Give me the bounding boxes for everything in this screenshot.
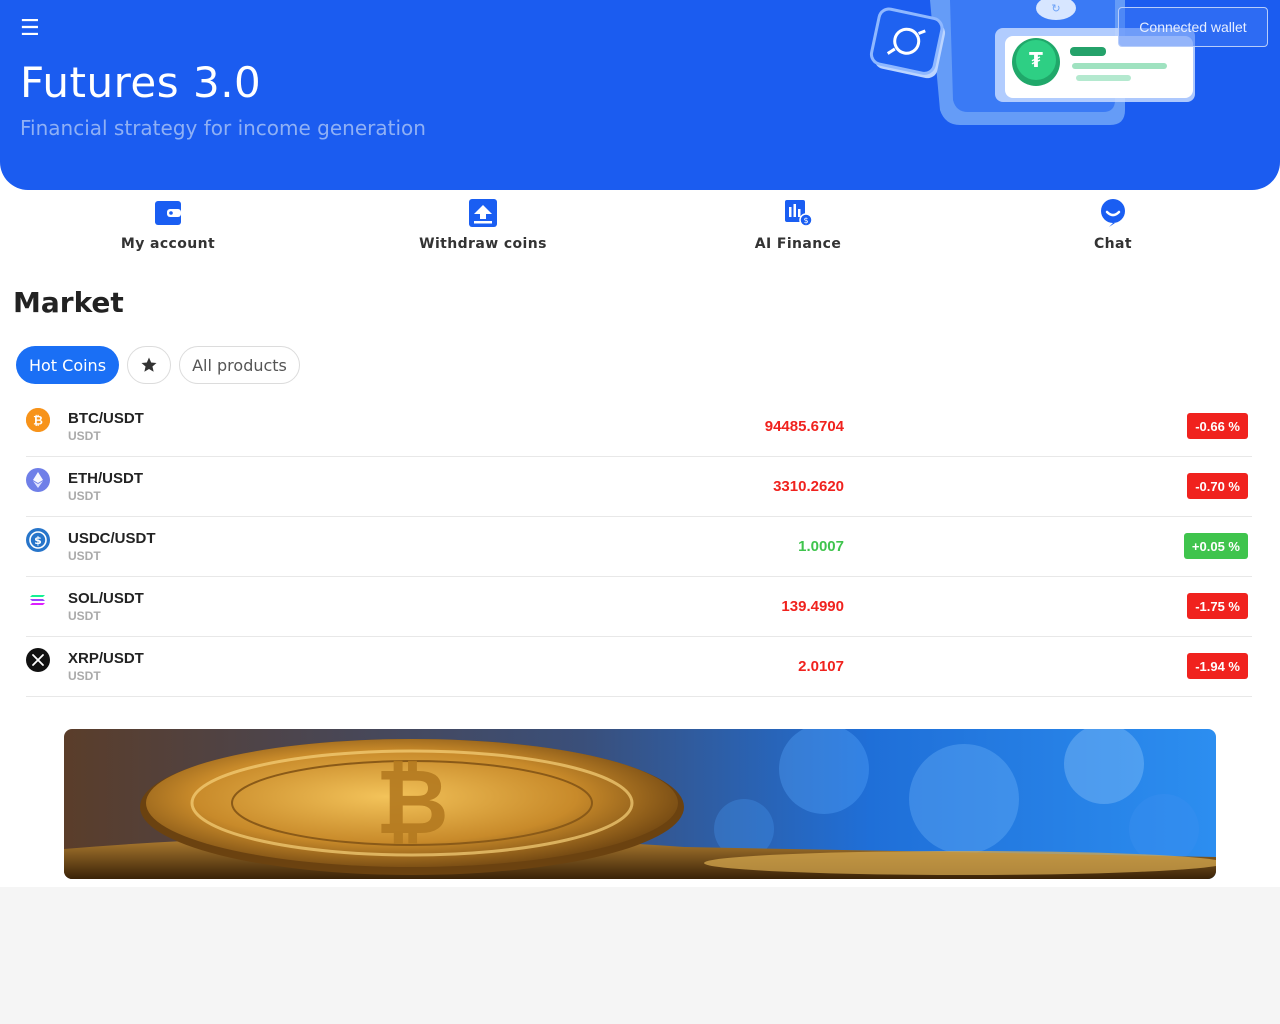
solana-icon xyxy=(26,588,50,612)
pair-name: ETH/USDT xyxy=(68,470,143,487)
tab-hot-coins[interactable]: Hot Coins xyxy=(16,346,119,384)
pair-name: USDC/USDT xyxy=(68,530,156,547)
page-subtitle: Financial strategy for income generation xyxy=(20,116,426,140)
quick-nav-ai-finance[interactable]: $ AI Finance xyxy=(698,196,898,262)
ai-finance-icon: $ xyxy=(783,196,813,230)
market-row-xrp[interactable]: XRP/USDT USDT 2.0107 -1.94 % xyxy=(26,637,1252,697)
page-title: Futures 3.0 xyxy=(20,58,262,107)
change-badge: -1.75 % xyxy=(1187,593,1248,619)
market-row-btc[interactable]: ₿ BTC/USDT USDT 94485.6704 -0.66 % xyxy=(26,397,1252,457)
ethereum-icon xyxy=(26,468,50,492)
star-icon xyxy=(141,357,157,372)
price: 3310.2620 xyxy=(773,478,844,495)
bitcoin-icon: ₿ xyxy=(26,408,50,432)
xrp-icon xyxy=(26,648,50,672)
bitcoin-banner-image: ₿ xyxy=(64,729,1216,879)
tab-all-products[interactable]: All products xyxy=(179,346,300,384)
svg-text:$: $ xyxy=(34,534,42,547)
quick-nav-my-account[interactable]: My account xyxy=(68,196,268,262)
svg-text:$: $ xyxy=(803,216,808,225)
change-badge: -0.66 % xyxy=(1187,413,1248,439)
withdraw-icon xyxy=(468,196,498,230)
svg-text:₮: ₮ xyxy=(1029,48,1043,72)
price: 94485.6704 xyxy=(764,418,844,435)
tab-favorites[interactable] xyxy=(127,346,171,384)
market-title: Market xyxy=(13,286,124,319)
pair-name: XRP/USDT xyxy=(68,650,144,667)
quote-currency: USDT xyxy=(68,489,101,503)
price: 139.4990 xyxy=(781,598,844,615)
wallet-icon xyxy=(153,196,183,230)
quick-nav-label: My account xyxy=(120,236,216,252)
promo-banner[interactable]: ₿ xyxy=(64,729,1216,879)
price: 2.0107 xyxy=(798,658,844,675)
market-list: ₿ BTC/USDT USDT 94485.6704 -0.66 % ETH/U… xyxy=(26,397,1252,697)
chat-icon xyxy=(1098,196,1128,230)
quick-nav-chat[interactable]: Chat xyxy=(1013,196,1213,262)
quick-nav-label: AI Finance xyxy=(754,236,842,252)
quote-currency: USDT xyxy=(68,669,101,683)
page: ☰ Futures 3.0 Financial strategy for inc… xyxy=(0,0,1280,887)
hero-header: ☰ Futures 3.0 Financial strategy for inc… xyxy=(0,0,1280,190)
change-badge: -1.94 % xyxy=(1187,653,1248,679)
quick-nav-label: Chat xyxy=(1094,236,1132,252)
quote-currency: USDT xyxy=(68,429,101,443)
quick-nav-label: Withdraw coins xyxy=(419,236,547,252)
hamburger-menu-icon[interactable]: ☰ xyxy=(20,18,42,40)
market-row-sol[interactable]: SOL/USDT USDT 139.4990 -1.75 % xyxy=(26,577,1252,637)
market-row-usdc[interactable]: $ USDC/USDT USDT 1.0007 +0.05 % xyxy=(26,517,1252,577)
market-row-eth[interactable]: ETH/USDT USDT 3310.2620 -0.70 % xyxy=(26,457,1252,517)
svg-text:↻: ↻ xyxy=(1051,2,1060,15)
svg-text:₿: ₿ xyxy=(33,414,43,428)
price: 1.0007 xyxy=(798,538,844,555)
change-badge: -0.70 % xyxy=(1187,473,1248,499)
pair-name: BTC/USDT xyxy=(68,410,144,427)
change-badge: +0.05 % xyxy=(1183,533,1248,559)
quote-currency: USDT xyxy=(68,549,101,563)
quick-nav: My account Withdraw coins $ AI Finance C… xyxy=(0,196,1280,262)
svg-text:₿: ₿ xyxy=(375,750,448,855)
quick-nav-withdraw-coins[interactable]: Withdraw coins xyxy=(383,196,583,262)
quote-currency: USDT xyxy=(68,609,101,623)
usdc-icon: $ xyxy=(26,528,50,552)
pair-name: SOL/USDT xyxy=(68,590,144,607)
connected-wallet-button[interactable]: Connected wallet xyxy=(1118,7,1268,47)
